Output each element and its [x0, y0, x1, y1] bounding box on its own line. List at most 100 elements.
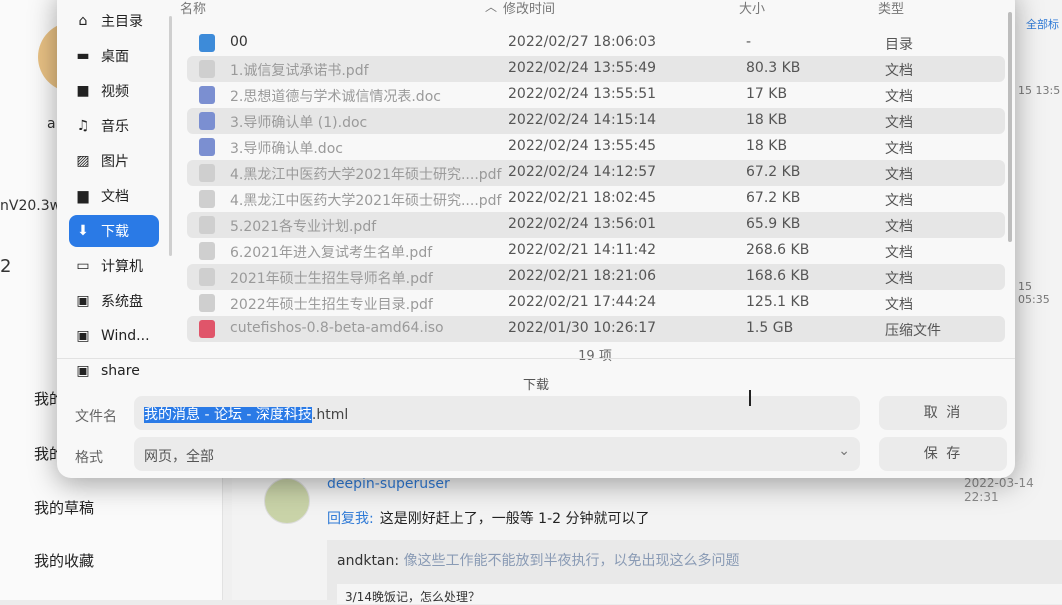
- computer-icon: ▭: [76, 258, 90, 274]
- sidebar-item-8[interactable]: ▣ 系统盘: [69, 285, 159, 317]
- cancel-button[interactable]: 取 消: [879, 396, 1007, 430]
- sidebar-item-label: 文档: [101, 189, 129, 205]
- file-size: 125.1 KB: [746, 294, 810, 310]
- file-size: -: [746, 34, 752, 50]
- file-date: 2022/02/21 18:21:06: [508, 268, 657, 284]
- sidebar-item-5[interactable]: ▆ 文档: [69, 180, 159, 212]
- pdf-file-icon: [199, 242, 215, 260]
- all-link[interactable]: 全部标: [1026, 16, 1059, 32]
- file-type: 文档: [885, 63, 913, 79]
- file-row[interactable]: 4.黑龙江中医药大学2021年硕士研究....pdf 2022/02/24 14:…: [187, 160, 1005, 186]
- file-size: 17 KB: [746, 86, 788, 102]
- column-type-header[interactable]: 类型: [878, 0, 904, 18]
- side-time-1: 15 13:5: [1018, 84, 1061, 97]
- file-name: 3.导师确认单.doc: [230, 141, 343, 157]
- home-icon: ⌂: [78, 13, 88, 29]
- sidebar-item-7[interactable]: ▭ 计算机: [69, 250, 159, 282]
- file-size: 168.6 KB: [746, 268, 810, 284]
- file-type: 文档: [885, 271, 913, 287]
- sidebar-item-3[interactable]: ♫ 音乐: [69, 110, 159, 142]
- file-size: 268.6 KB: [746, 242, 810, 258]
- reply-avatar: [264, 478, 310, 524]
- sidebar-item-label: 计算机: [101, 259, 143, 275]
- version-fragment: nV20.3wi: [0, 198, 65, 214]
- menu-item-favorites[interactable]: 我的收藏: [0, 535, 222, 585]
- file-type: 压缩文件: [885, 323, 941, 339]
- reply-username[interactable]: deepin-superuser: [327, 476, 450, 492]
- side-time-2: 15 05:35: [1018, 280, 1050, 306]
- chevron-down-icon: ⌄: [838, 443, 850, 459]
- file-name: 2.思想道德与学术诚信情况表.doc: [230, 89, 441, 105]
- format-label: 格式: [75, 450, 103, 466]
- file-row[interactable]: 2021年硕士生招生导师名单.pdf 2022/02/21 18:21:06 168…: [187, 264, 1005, 290]
- save-button[interactable]: 保 存: [879, 437, 1007, 471]
- filename-input[interactable]: 我的消息 - 论坛 - 深度科技.html: [134, 396, 860, 430]
- file-row[interactable]: 3.导师确认单 (1).doc 2022/02/24 14:15:14 18 KB 文…: [187, 108, 1005, 134]
- sort-chevron-icon[interactable]: ︿: [485, 0, 497, 18]
- file-date: 2022/02/21 17:44:24: [508, 294, 657, 310]
- count-fragment: 2: [0, 256, 12, 277]
- file-name: 2022年硕士生招生专业目录.pdf: [230, 297, 433, 313]
- text-cursor-icon: [749, 390, 751, 406]
- file-row[interactable]: 4.黑龙江中医药大学2021年硕士研究....pdf 2022/02/21 18:…: [187, 186, 1005, 212]
- file-row[interactable]: 2.思想道德与学术诚信情况表.doc 2022/02/24 13:55:51 17 …: [187, 82, 1005, 108]
- places-sidebar: ⌂ 主目录 ▬ 桌面 ■ 视频 ♫ 音乐 ▨ 图片 ▆ 文档 ⬇ 下载 ▭ 计算机 ▣ 系统盘 ▣ Wind... ▣ s…: [57, 0, 173, 379]
- file-date: 2022/02/24 14:12:57: [508, 164, 657, 180]
- menu-item-drafts[interactable]: 我的草稿: [0, 482, 222, 532]
- filename-extension: .html: [311, 407, 349, 423]
- file-type: 文档: [885, 89, 913, 105]
- sidebar-item-0[interactable]: ⌂ 主目录: [69, 5, 159, 37]
- file-date: 2022/02/24 14:15:14: [508, 112, 657, 128]
- file-name: 5.2021各专业计划.pdf: [230, 219, 377, 235]
- column-name-header[interactable]: 名称: [180, 0, 206, 18]
- file-row[interactable]: 6.2021年进入复试考生名单.pdf 2022/02/21 14:11:42 26…: [187, 238, 1005, 264]
- sidebar-item-2[interactable]: ■ 视频: [69, 75, 159, 107]
- current-location: 下载: [522, 378, 549, 393]
- file-row[interactable]: 5.2021各专业计划.pdf 2022/02/24 13:56:01 65.9 K…: [187, 212, 1005, 238]
- sidebar-item-6[interactable]: ⬇ 下载: [69, 215, 159, 247]
- pdf-file-icon: [199, 294, 215, 312]
- sidebar-item-9[interactable]: ▣ Wind...: [69, 320, 159, 352]
- pdf-file-icon: [199, 164, 215, 182]
- pdf-file-icon: [199, 190, 215, 208]
- file-date: 2022/02/21 14:11:42: [508, 242, 657, 258]
- file-list: 名称 ︿ 修改时间 大小 类型 00 2022/02/27 18:06:03 - 目录…: [175, 0, 1015, 364]
- filename-label: 文件名: [75, 409, 117, 425]
- doc-file-icon: [199, 112, 215, 130]
- file-row[interactable]: 2022年硕士生招生专业目录.pdf 2022/02/21 17:44:24 125…: [187, 290, 1005, 316]
- file-size: 18 KB: [746, 112, 788, 128]
- file-name: 4.黑龙江中医药大学2021年硕士研究....pdf: [230, 193, 502, 209]
- column-modified-header[interactable]: 修改时间: [503, 0, 555, 18]
- disk-icon: ▣: [76, 293, 90, 309]
- file-size: 67.2 KB: [746, 190, 801, 206]
- file-row[interactable]: 00 2022/02/27 18:06:03 - 目录: [187, 30, 1005, 56]
- file-row[interactable]: 3.导师确认单.doc 2022/02/24 13:55:45 18 KB 文档: [187, 134, 1005, 160]
- file-size: 18 KB: [746, 138, 788, 154]
- file-type: 目录: [885, 37, 913, 53]
- iso-file-icon: [199, 320, 215, 338]
- reply-body: 这是刚好赶上了，一般等 1-2 分钟就可以了: [379, 511, 650, 527]
- sidebar-item-1[interactable]: ▬ 桌面: [69, 40, 159, 72]
- sidebar-scrollbar[interactable]: [169, 16, 172, 256]
- file-size: 80.3 KB: [746, 60, 801, 76]
- file-row[interactable]: cutefishos-0.8-beta-amd64.iso 2022/01/30 …: [187, 316, 1005, 342]
- file-name: cutefishos-0.8-beta-amd64.iso: [230, 320, 444, 336]
- file-name: 2021年硕士生招生导师名单.pdf: [230, 271, 433, 287]
- file-size: 1.5 GB: [746, 320, 794, 336]
- format-select[interactable]: 网页，全部 ⌄: [134, 437, 860, 471]
- file-type: 文档: [885, 115, 913, 131]
- sidebar-item-4[interactable]: ▨ 图片: [69, 145, 159, 177]
- file-row[interactable]: 1.诚信复试承诺书.pdf 2022/02/24 13:55:49 80.3 KB 文…: [187, 56, 1005, 82]
- file-type: 文档: [885, 297, 913, 313]
- file-list-scrollbar[interactable]: [1008, 12, 1012, 242]
- file-name: 6.2021年进入复试考生名单.pdf: [230, 245, 433, 261]
- file-date: 2022/02/24 13:55:49: [508, 60, 657, 76]
- file-date: 2022/02/24 13:55:51: [508, 86, 657, 102]
- file-type: 文档: [885, 245, 913, 261]
- picture-icon: ▨: [76, 153, 90, 169]
- file-size: 65.9 KB: [746, 216, 801, 232]
- column-size-header[interactable]: 大小: [739, 0, 765, 18]
- sidebar-item-label: 主目录: [101, 14, 143, 30]
- reply-time: 2022-03-14 22:31: [964, 476, 1034, 504]
- file-date: 2022/02/24 13:56:01: [508, 216, 657, 232]
